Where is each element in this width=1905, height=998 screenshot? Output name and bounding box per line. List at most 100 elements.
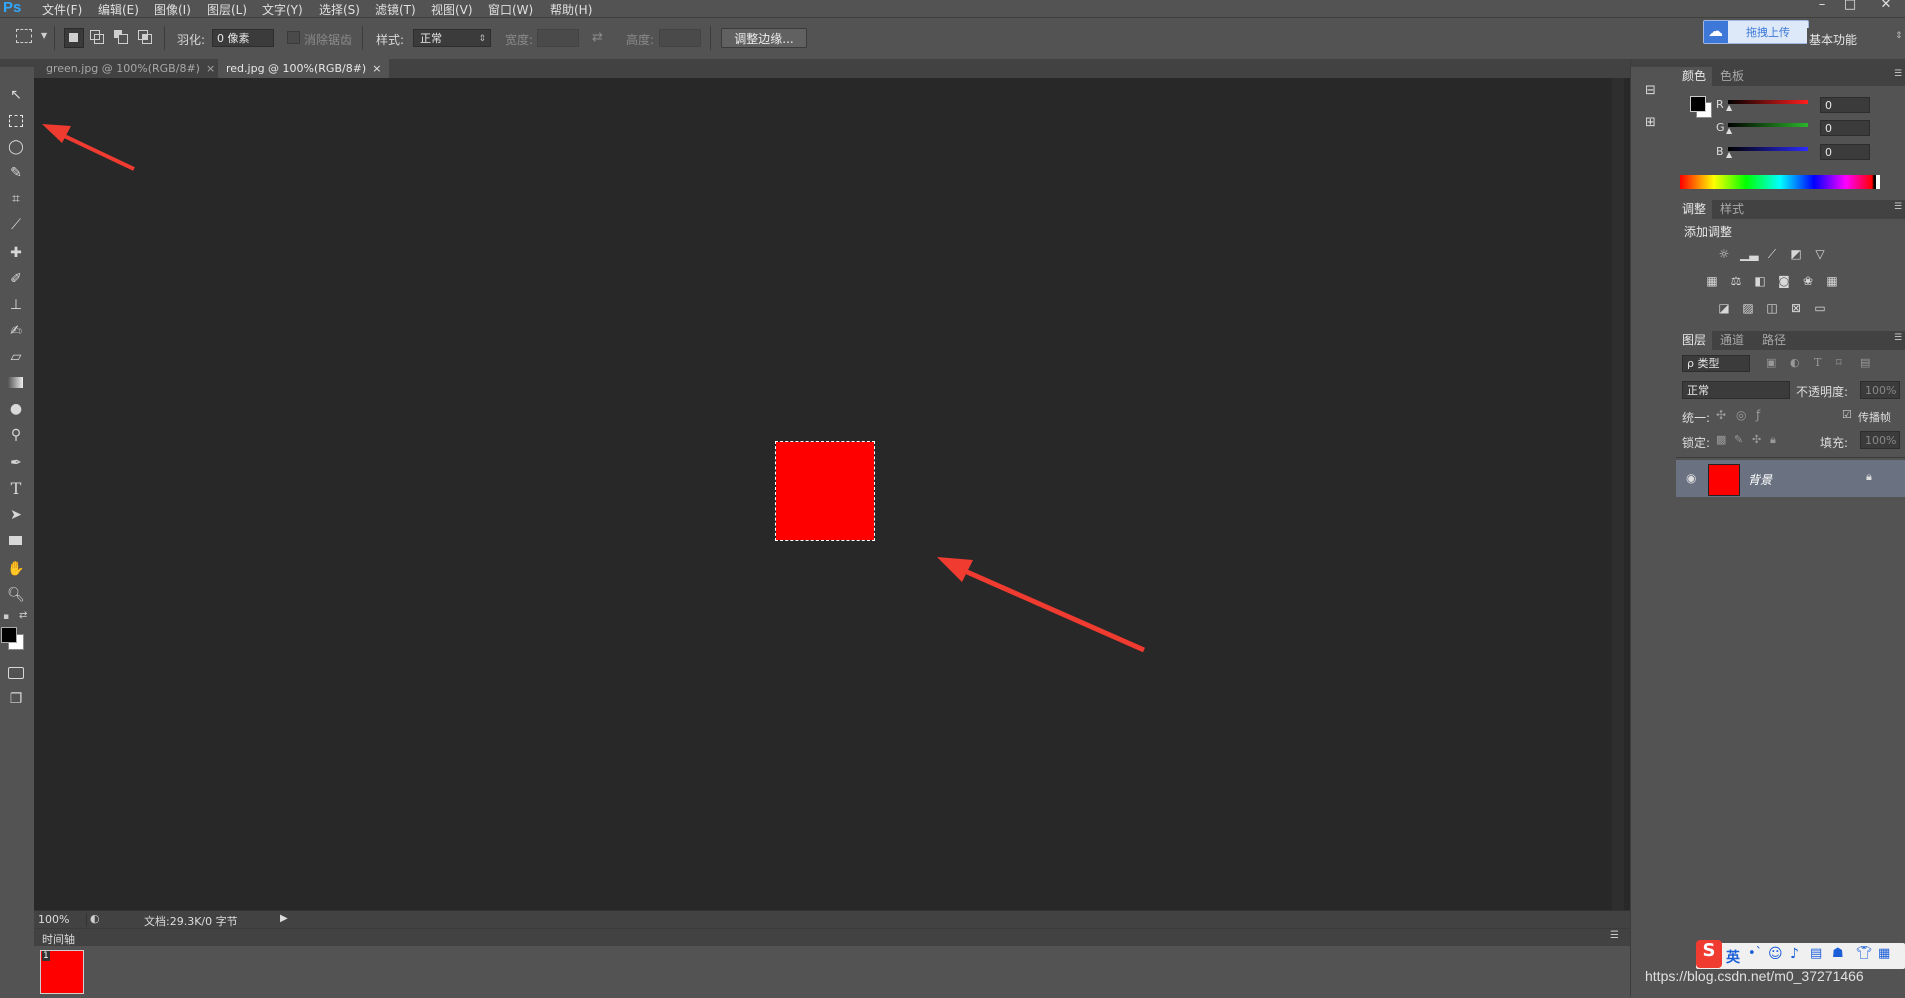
lock-image-icon[interactable]: ✎	[1734, 433, 1743, 446]
channel-r-input[interactable]: 0	[1820, 97, 1870, 113]
curves-icon[interactable]: ⟋	[1764, 247, 1780, 261]
fill-label: 填充:	[1820, 436, 1849, 450]
filter-pixel-icon[interactable]: ▣	[1766, 356, 1776, 369]
exposure-icon[interactable]: ◩	[1788, 247, 1804, 261]
ime-lang-toggle[interactable]: 英	[1726, 947, 1740, 967]
channel-b-input[interactable]: 0	[1820, 144, 1870, 160]
annotation-arrow	[937, 557, 1146, 653]
status-menu-arrow-icon[interactable]: ▶	[280, 913, 288, 924]
posterize-icon[interactable]: ▨	[1740, 301, 1756, 315]
vibrance-icon[interactable]: ▽	[1812, 247, 1828, 261]
layers-panel-tabs: 图层 通道 路径 ☰	[1676, 331, 1905, 350]
unify-style-icon[interactable]: ƒ	[1756, 408, 1760, 422]
slider-thumb-icon[interactable]: ▲	[1726, 103, 1732, 112]
panel-menu-icon[interactable]: ☰	[1894, 333, 1902, 343]
threshold-icon[interactable]: ◫	[1764, 301, 1780, 315]
channel-g-slider[interactable]	[1728, 123, 1808, 127]
voice-icon[interactable]: ♪	[1790, 946, 1799, 962]
filter-smart-icon[interactable]: ▤	[1860, 356, 1870, 369]
document-info: 文档:29.3K/0 字节	[144, 915, 238, 928]
channel-b-slider[interactable]	[1728, 147, 1808, 151]
tab-channels[interactable]: 通道	[1714, 331, 1750, 350]
tab-styles[interactable]: 样式	[1714, 200, 1750, 219]
skin-icon[interactable]: 👕︎	[1856, 946, 1873, 961]
share-icon[interactable]: ◐	[90, 912, 100, 925]
black-white-icon[interactable]: ◧	[1752, 274, 1768, 288]
timeline-header: 时间轴 ☰	[34, 929, 1630, 946]
panel-dock: ⊟ ⊞	[1630, 59, 1678, 997]
add-adjustment-title: 添加调整	[1684, 225, 1733, 239]
zoom-level[interactable]: 100%	[38, 913, 69, 926]
layer-row-background[interactable]: ◉ 背景 🔒︎	[1676, 460, 1905, 497]
panels-collapse-bar[interactable]	[1676, 59, 1905, 67]
fill-input[interactable]: 100%	[1860, 431, 1900, 449]
lock-all-icon[interactable]: 🔒︎	[1770, 433, 1776, 447]
slider-thumb-icon[interactable]: ▲	[1726, 126, 1732, 135]
propagate-checkbox[interactable]: ☑	[1842, 408, 1852, 421]
status-bar: 100% ◐ 文档:29.3K/0 字节 ▶	[34, 910, 1630, 929]
photo-filter-icon[interactable]: ◙	[1776, 274, 1792, 288]
channel-r-slider[interactable]	[1728, 100, 1808, 104]
ime-logo-icon: S	[1696, 940, 1722, 968]
propagate-label: 传播帧	[1858, 411, 1891, 424]
blend-mode-value: 正常	[1687, 384, 1709, 397]
layer-filter-select[interactable]: ρ 类型	[1682, 355, 1750, 372]
unify-label: 统一:	[1682, 411, 1711, 425]
filter-adjust-icon[interactable]: ◐	[1790, 356, 1800, 369]
filter-type-icon[interactable]: T	[1814, 356, 1821, 369]
color-spectrum-bar[interactable]	[1680, 175, 1880, 189]
animation-frame[interactable]: 1	[40, 950, 84, 994]
watermark-text: https://blog.csdn.net/m0_37271466	[1645, 968, 1864, 984]
channel-mixer-icon[interactable]: ❀	[1800, 274, 1816, 288]
timeline-title: 时间轴	[42, 933, 75, 946]
tab-adjustments[interactable]: 调整	[1676, 200, 1713, 219]
gradient-map-icon[interactable]: ▭	[1812, 301, 1828, 315]
tab-paths[interactable]: 路径	[1756, 331, 1792, 350]
hue-saturation-icon[interactable]: ▦	[1704, 274, 1720, 288]
annotation-arrow	[42, 124, 135, 171]
layer-name[interactable]: 背景	[1748, 471, 1772, 488]
opacity-input[interactable]: 100%	[1860, 381, 1900, 399]
color-balance-icon[interactable]: ⚖	[1728, 274, 1744, 288]
tab-layers[interactable]: 图层	[1676, 331, 1713, 350]
properties-panel-icon[interactable]: ⊞	[1645, 115, 1663, 133]
timeline-panel: 时间轴 ☰ 1	[34, 928, 1630, 998]
tab-swatches[interactable]: 色板	[1714, 67, 1750, 86]
color-lookup-icon[interactable]: ▦	[1824, 274, 1840, 288]
opacity-label: 不透明度:	[1796, 385, 1849, 399]
lock-transparent-icon[interactable]: ▩	[1716, 433, 1726, 446]
user-icon[interactable]: ☗	[1832, 946, 1844, 961]
divider	[1676, 457, 1905, 458]
unify-visibility-icon[interactable]: ◎	[1736, 408, 1746, 422]
slider-thumb-icon[interactable]: ▲	[1726, 150, 1732, 159]
panel-menu-icon[interactable]: ☰	[1894, 69, 1902, 79]
divider	[86, 913, 87, 927]
blend-mode-select[interactable]: 正常	[1682, 381, 1790, 399]
panel-menu-icon[interactable]: ☰	[1610, 930, 1619, 941]
punctuation-icon[interactable]: •ˋ	[1748, 946, 1762, 961]
channel-g-input[interactable]: 0	[1820, 120, 1870, 136]
invert-icon[interactable]: ◪	[1716, 301, 1732, 315]
eye-visibility-icon[interactable]: ◉	[1686, 471, 1696, 485]
dock-collapse-bar[interactable]	[1631, 59, 1677, 67]
color-fg-swatch[interactable]	[1690, 96, 1706, 112]
emoji-icon[interactable]: ☺	[1768, 946, 1783, 962]
lock-icon: 🔒︎	[1866, 470, 1872, 483]
toolbox-icon[interactable]: ▦	[1878, 946, 1890, 961]
color-panel-tabs: 颜色 色板 ☰	[1676, 67, 1905, 86]
keyboard-icon[interactable]: ▤	[1810, 946, 1822, 961]
tab-color[interactable]: 颜色	[1676, 67, 1713, 86]
unify-position-icon[interactable]: ✣	[1716, 408, 1726, 422]
brightness-icon[interactable]: ☼	[1716, 247, 1732, 261]
history-panel-icon[interactable]: ⊟	[1645, 83, 1663, 101]
selective-color-icon[interactable]: ⊠	[1788, 301, 1804, 315]
filter-shape-icon[interactable]: ⌑	[1836, 356, 1842, 369]
adjust-panel-tabs: 调整 样式 ☰	[1676, 200, 1905, 219]
lock-label: 锁定:	[1682, 436, 1711, 450]
ime-toolbar[interactable]: S 英 •ˋ ☺ ♪ ▤ ☗ 👕︎ ▦	[1696, 940, 1905, 969]
frame-number: 1	[42, 951, 50, 961]
channel-r-label: R	[1716, 98, 1724, 111]
levels-icon[interactable]: ▁▃	[1740, 247, 1758, 261]
lock-position-icon[interactable]: ✣	[1752, 433, 1761, 446]
panel-menu-icon[interactable]: ☰	[1894, 202, 1902, 212]
